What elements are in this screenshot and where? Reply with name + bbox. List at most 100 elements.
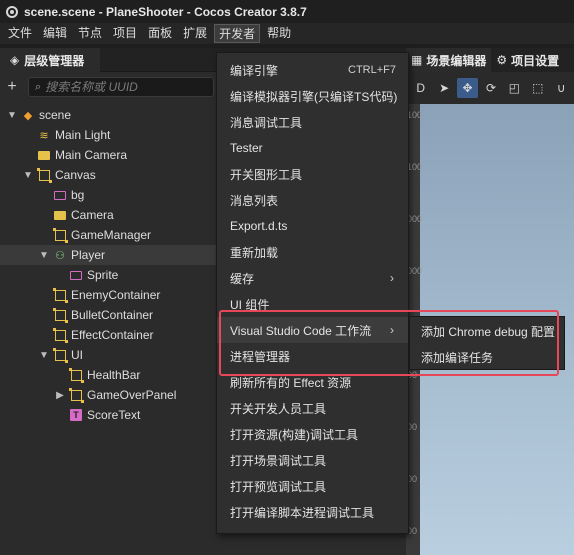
tree-node-label: Canvas [55, 168, 96, 182]
submenu-item-add-compile-task[interactable]: 添加编译任务 [410, 344, 564, 370]
view-mode-toggle[interactable]: D [410, 78, 431, 98]
tree-node-label: BulletContainer [71, 308, 154, 322]
frame-icon [68, 387, 84, 403]
frame-icon [68, 367, 84, 383]
menu-item-cache[interactable]: 缓存 › [217, 265, 408, 291]
tree-node-label: bg [71, 188, 85, 202]
menu-item-vscode-workflow[interactable]: Visual Studio Code 工作流 › [217, 317, 408, 343]
tree-node-label: Player [71, 248, 106, 262]
menu-item-label: 打开编译脚本进程调试工具 [230, 505, 375, 520]
camera-icon [37, 149, 51, 161]
search-icon: ⌕ [35, 80, 42, 93]
rect-tool-icon[interactable]: ⬚ [527, 78, 548, 98]
menu-item-refresh-effects[interactable]: 刷新所有的 Effect 资源 [217, 369, 408, 395]
tree-node-label: Main Camera [55, 148, 128, 162]
ruler-label: 100 [407, 110, 423, 120]
scene-icon: ◆ [23, 109, 33, 122]
tab-hierarchy[interactable]: ◈ 层级管理器 [0, 48, 100, 72]
menu-item-label: 打开场景调试工具 [230, 453, 327, 468]
tree-node-label: EffectContainer [71, 328, 154, 342]
hierarchy-search-input[interactable] [45, 80, 196, 94]
chevron-right-icon: › [390, 271, 394, 285]
menu-item-process-manager[interactable]: 进程管理器 [217, 343, 408, 369]
menu-item-compile-simulator-engine[interactable]: 编译模拟器引擎(只编译TS代码) [217, 83, 408, 109]
menu-item-label: Export.d.ts [230, 219, 288, 233]
menu-edit[interactable]: 编辑 [39, 24, 71, 43]
submenu-item-label: 添加编译任务 [421, 350, 494, 365]
move-tool-icon[interactable]: ✥ [456, 78, 479, 98]
menu-item-label: 缓存 [230, 271, 255, 286]
menu-item-asset-debug-tool[interactable]: 打开资源(构建)调试工具 [217, 421, 408, 447]
menu-extension[interactable]: 扩展 [179, 24, 211, 43]
tree-node-label: UI [71, 348, 83, 362]
menu-item-reload[interactable]: 重新加载 [217, 239, 408, 265]
menu-item-scene-debug-tool[interactable]: 打开场景调试工具 [217, 447, 408, 473]
tab-hierarchy-label: 层级管理器 [24, 53, 85, 68]
menu-item-label: 消息列表 [230, 193, 279, 208]
menu-item-message-list[interactable]: 消息列表 [217, 187, 408, 213]
menu-item-tester[interactable]: Tester [217, 135, 408, 161]
frame-icon [52, 287, 68, 303]
tab-project-settings[interactable]: ⚙ 项目设置 [491, 48, 564, 72]
menu-item-label: Tester [230, 141, 263, 155]
title-bar: scene.scene - PlaneShooter - Cocos Creat… [0, 0, 574, 23]
tree-node-label: scene [39, 108, 72, 122]
chevron-down-icon[interactable]: ▼ [38, 350, 50, 361]
menu-item-label: 进程管理器 [230, 349, 291, 364]
menu-item-toggle-devtools[interactable]: 开关开发人员工具 [217, 395, 408, 421]
menu-item-compile-engine[interactable]: 编译引擎 CTRL+F7 [217, 57, 408, 83]
magnet-tool-icon[interactable]: ∪ [551, 78, 572, 98]
select-tool-icon[interactable]: ➤ [433, 78, 454, 98]
scene-editor-panel: ▦ 场景编辑器 ⚙ 项目设置 D ➤ ✥ ⟳ ◰ ⬚ ∪ 100 100 000… [406, 48, 574, 555]
scene-toolbar: D ➤ ✥ ⟳ ◰ ⬚ ∪ [406, 76, 574, 100]
tab-scene-editor-label: 场景编辑器 [426, 53, 487, 68]
chevron-down-icon[interactable]: ▼ [38, 250, 50, 261]
menu-item-script-process-debug-tool[interactable]: 打开编译脚本进程调试工具 [217, 499, 408, 525]
frame-icon [36, 167, 52, 183]
menu-file[interactable]: 文件 [4, 24, 36, 43]
chevron-down-icon[interactable]: ▼ [6, 110, 18, 121]
menu-item-label: Visual Studio Code 工作流 [230, 323, 372, 338]
frame-icon [52, 307, 68, 323]
ruler-label: 000 [407, 266, 423, 276]
tab-scene-editor[interactable]: ▦ 场景编辑器 [406, 48, 492, 72]
menu-panel[interactable]: 面板 [144, 24, 176, 43]
gear-icon: ⚙ [496, 53, 508, 67]
menu-node[interactable]: 节点 [74, 24, 106, 43]
rotate-tool-icon[interactable]: ⟳ [480, 78, 501, 98]
chevron-down-icon[interactable]: ▼ [22, 170, 34, 181]
developer-menu: 编译引擎 CTRL+F7 编译模拟器引擎(只编译TS代码) 消息调试工具 Tes… [216, 52, 409, 534]
menu-item-label: 开关开发人员工具 [230, 401, 327, 416]
chevron-right-icon: › [390, 323, 394, 337]
menu-item-toggle-graphics-tool[interactable]: 开关图形工具 [217, 161, 408, 187]
menu-developer[interactable]: 开发者 [214, 24, 261, 43]
menu-help[interactable]: 帮助 [263, 24, 295, 43]
menu-item-label: 开关图形工具 [230, 167, 303, 182]
menu-item-ui-component[interactable]: UI 组件 [217, 291, 408, 317]
submenu-item-label: 添加 Chrome debug 配置 [421, 324, 556, 339]
tree-node-label: Sprite [87, 268, 119, 282]
tree-node-label: Camera [71, 208, 114, 222]
menu-item-label: 编译引擎 [230, 63, 279, 78]
menu-item-label: 消息调试工具 [230, 115, 303, 130]
layers-icon: ◈ [10, 53, 20, 67]
menu-item-preview-debug-tool[interactable]: 打开预览调试工具 [217, 473, 408, 499]
menu-project[interactable]: 项目 [109, 24, 141, 43]
menu-item-export-dts[interactable]: Export.d.ts [217, 213, 408, 239]
frame-icon [52, 327, 68, 343]
tree-node-label: GameOverPanel [87, 388, 177, 402]
menu-item-label: 重新加载 [230, 245, 279, 260]
text-icon: T [69, 409, 83, 421]
add-node-button[interactable]: + [2, 78, 22, 96]
chevron-right-icon[interactable]: ▶ [54, 390, 66, 401]
sprite-icon [69, 269, 83, 281]
submenu-item-add-chrome-debug[interactable]: 添加 Chrome debug 配置 [410, 318, 564, 344]
ruler-label: 100 [407, 162, 423, 172]
frame-icon [52, 347, 68, 363]
menu-item-label: 打开预览调试工具 [230, 479, 327, 494]
cocos-logo-icon [6, 5, 18, 18]
menu-item-message-debug-tool[interactable]: 消息调试工具 [217, 109, 408, 135]
window-title: scene.scene - PlaneShooter - Cocos Creat… [24, 4, 307, 19]
scale-tool-icon[interactable]: ◰ [504, 78, 525, 98]
frame-icon [52, 227, 68, 243]
